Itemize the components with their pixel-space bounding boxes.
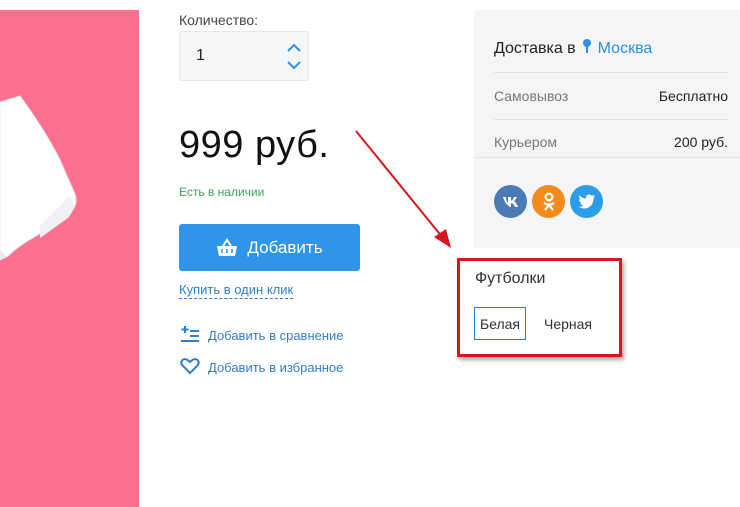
variant-selector: Футболки Белая Черная [457, 258, 622, 357]
twitter-icon[interactable] [570, 185, 603, 218]
add-to-cart-button[interactable]: Добавить [179, 224, 360, 271]
chevron-down-icon[interactable] [286, 58, 302, 72]
add-to-cart-label: Добавить [247, 237, 323, 257]
city-selector[interactable]: Москва [598, 40, 653, 58]
quantity-value[interactable]: 1 [196, 47, 205, 65]
odnoklassniki-icon[interactable] [532, 185, 565, 218]
quantity-label: Количество: [179, 12, 259, 28]
variant-option-white[interactable]: Белая [474, 307, 526, 340]
price: 999 руб. [179, 124, 330, 166]
delivery-method-label: Самовывоз [494, 88, 569, 104]
add-to-compare-label: Добавить в сравнение [208, 328, 344, 343]
basket-icon [216, 237, 238, 258]
divider [494, 119, 728, 120]
t-shirt-image [0, 95, 77, 261]
chevron-up-icon[interactable] [286, 41, 302, 55]
buy-one-click-link[interactable]: Купить в один клик [179, 282, 294, 299]
delivery-title-text: Доставка в [494, 39, 576, 57]
delivery-row-pickup: Самовывоз Бесплатно [494, 88, 728, 104]
delivery-method-label: Курьером [494, 134, 558, 150]
compare-icon [180, 325, 200, 346]
stock-status: Есть в наличии [179, 185, 265, 199]
delivery-method-price: Бесплатно [658, 88, 728, 104]
quantity-stepper[interactable]: 1 [179, 31, 309, 81]
location-pin-icon [582, 38, 592, 59]
add-to-compare-link[interactable]: Добавить в сравнение [180, 325, 344, 346]
add-to-favorites-link[interactable]: Добавить в избранное [180, 357, 343, 378]
delivery-method-price: 200 руб. [674, 134, 728, 150]
social-share [494, 185, 603, 218]
variant-option-black[interactable]: Черная [540, 307, 596, 340]
divider [474, 157, 740, 158]
divider [494, 72, 728, 73]
variant-title: Футболки [475, 270, 546, 287]
heart-icon [180, 357, 200, 378]
vk-icon[interactable] [494, 185, 527, 218]
delivery-row-courier: Курьером 200 руб. [494, 134, 728, 150]
delivery-panel: Доставка в Москва Самовывоз Бесплатно Ку… [474, 10, 740, 248]
delivery-title: Доставка в Москва [494, 38, 652, 59]
add-to-favorites-label: Добавить в избранное [208, 360, 344, 375]
product-image[interactable] [0, 10, 139, 507]
